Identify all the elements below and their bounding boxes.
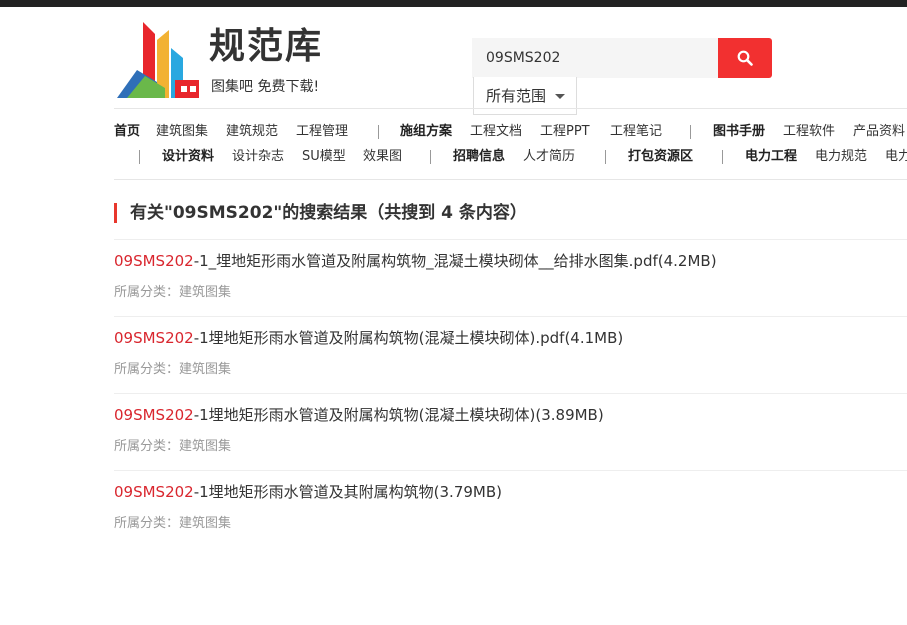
nav-separator bbox=[430, 150, 431, 164]
top-bar bbox=[0, 0, 907, 7]
result-divider bbox=[114, 393, 907, 394]
nav-link[interactable]: SU模型 bbox=[302, 148, 346, 166]
search-button[interactable] bbox=[718, 38, 772, 78]
result-title-link[interactable]: 09SMS202-1埋地矩形雨水管道及附属构筑物(混凝土模块砌体)(3.89MB… bbox=[114, 405, 604, 425]
header-divider bbox=[114, 108, 907, 109]
nav-separator bbox=[690, 125, 691, 139]
nav-link[interactable]: 人才简历 bbox=[523, 148, 575, 166]
nav-link[interactable]: 建筑图集 bbox=[156, 123, 208, 141]
nav-separator bbox=[378, 125, 379, 139]
logo-title: 规范库 bbox=[209, 26, 324, 67]
logo-slogan: 图集吧 免费下载! bbox=[211, 79, 320, 95]
search-icon bbox=[737, 50, 753, 66]
nav-link[interactable]: 效果图 bbox=[363, 148, 402, 166]
nav-link[interactable]: 工程软件 bbox=[783, 123, 835, 141]
result-highlight: 09SMS202 bbox=[114, 252, 194, 270]
nav-link[interactable]: 设计杂志 bbox=[232, 148, 284, 166]
nav-link[interactable]: 工程管理 bbox=[296, 123, 348, 141]
nav-link[interactable]: 施组方案 bbox=[400, 123, 452, 141]
result-title-text: -1_埋地矩形雨水管道及附属构筑物_混凝土模块砌体__给排水图集.pdf(4.2… bbox=[193, 252, 717, 270]
nav-link[interactable]: 招聘信息 bbox=[453, 148, 505, 166]
search-scope-select[interactable]: 所有范围 bbox=[473, 77, 577, 115]
nav-link[interactable]: 工程文档 bbox=[470, 123, 522, 141]
nav-link[interactable]: 产品资料 bbox=[853, 123, 905, 141]
nav-link[interactable]: 打包资源区 bbox=[628, 148, 693, 166]
nav-link[interactable]: 设计资料 bbox=[162, 148, 214, 166]
result-title-text: -1埋地矩形雨水管道及附属构筑物(混凝土模块砌体).pdf(4.1MB) bbox=[193, 329, 624, 347]
nav-separator bbox=[139, 150, 140, 164]
site-logo[interactable]: 规范库 图集吧 免费下载! bbox=[117, 18, 347, 100]
nav-link[interactable]: 工程PPT bbox=[540, 123, 590, 141]
result-highlight: 09SMS202 bbox=[114, 329, 194, 347]
result-category: 所属分类：建筑图集 bbox=[114, 439, 232, 454]
nav-link[interactable]: 首页 bbox=[114, 123, 140, 141]
nav-row-secondary: 设计资料 设计杂志 SU模型 效果图 招聘信息 人才简历 打包资源区 电力工程 电力规范 电力 bbox=[0, 148, 907, 166]
result-title-link[interactable]: 09SMS202-1_埋地矩形雨水管道及附属构筑物_混凝土模块砌体__给排水图集… bbox=[114, 251, 717, 271]
nav-link[interactable]: 电力 bbox=[885, 148, 907, 166]
logo-buildings-icon bbox=[117, 22, 199, 98]
nav-link[interactable]: 图书手册 bbox=[713, 123, 765, 141]
result-title-text: -1埋地矩形雨水管道及附属构筑物(混凝土模块砌体)(3.89MB) bbox=[193, 406, 604, 424]
result-highlight: 09SMS202 bbox=[114, 483, 194, 501]
result-divider bbox=[114, 239, 907, 240]
nav-divider bbox=[114, 179, 907, 180]
nav-link[interactable]: 电力规范 bbox=[815, 148, 867, 166]
result-divider bbox=[114, 470, 907, 471]
results-heading: 有关"09SMS202"的搜索结果（共搜到 4 条内容） bbox=[114, 203, 527, 223]
nav-separator bbox=[722, 150, 723, 164]
result-highlight: 09SMS202 bbox=[114, 406, 194, 424]
result-divider bbox=[114, 316, 907, 317]
result-title-text: -1埋地矩形雨水管道及其附属构筑物(3.79MB) bbox=[193, 483, 502, 501]
result-category: 所属分类：建筑图集 bbox=[114, 516, 232, 531]
result-category: 所属分类：建筑图集 bbox=[114, 362, 232, 377]
nav-row-primary: 首页 建筑图集 建筑规范 工程管理 施组方案 工程文档 工程PPT 工程笔记 图书手册 工程软件产… bbox=[0, 123, 907, 141]
search-scope-label: 所有范围 bbox=[486, 87, 547, 105]
nav-link[interactable]: 电力工程 bbox=[745, 148, 797, 166]
search-input[interactable] bbox=[472, 38, 718, 78]
nav-link[interactable]: 工程笔记 bbox=[610, 123, 662, 141]
nav-link[interactable]: 建筑规范 bbox=[226, 123, 278, 141]
result-category: 所属分类：建筑图集 bbox=[114, 285, 232, 300]
result-title-link[interactable]: 09SMS202-1埋地矩形雨水管道及附属构筑物(混凝土模块砌体).pdf(4.… bbox=[114, 328, 623, 348]
chevron-down-icon bbox=[555, 94, 565, 99]
result-title-link[interactable]: 09SMS202-1埋地矩形雨水管道及其附属构筑物(3.79MB) bbox=[114, 482, 502, 502]
nav-separator bbox=[605, 150, 606, 164]
